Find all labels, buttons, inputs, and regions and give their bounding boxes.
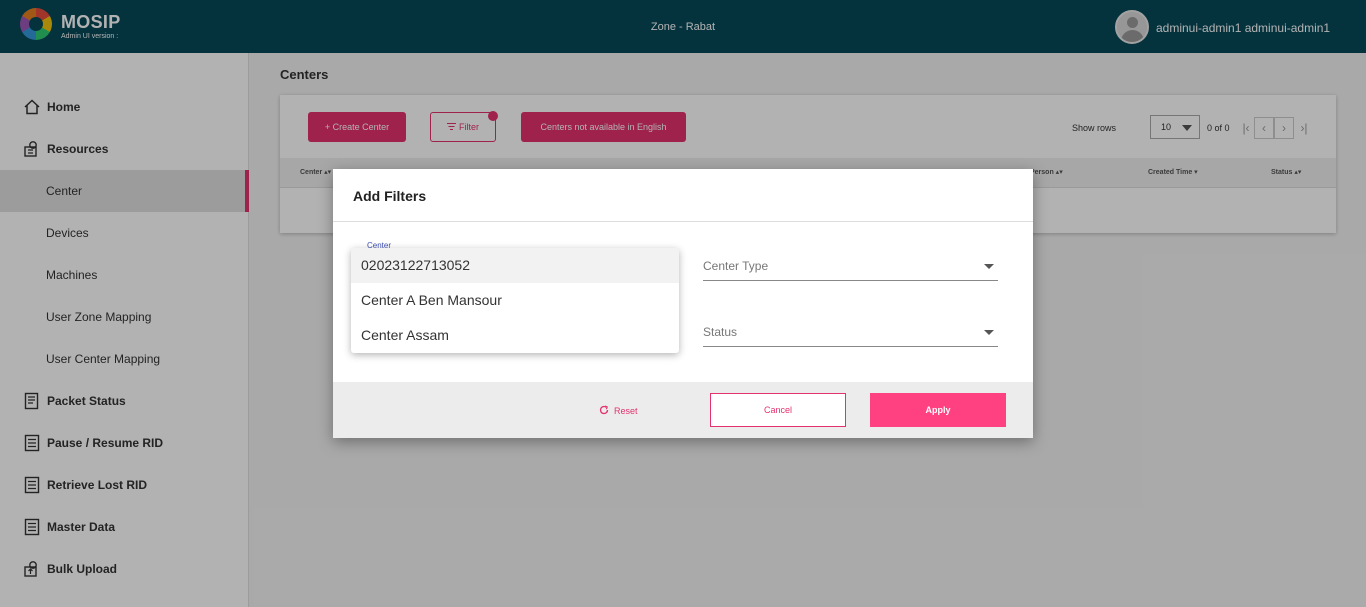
apply-button[interactable]: Apply — [870, 393, 1006, 427]
dialog-divider — [333, 221, 1033, 222]
reset-label: Reset — [614, 406, 638, 416]
cancel-button[interactable]: Cancel — [710, 393, 846, 427]
refresh-icon — [599, 405, 609, 417]
reset-button[interactable]: Reset — [599, 405, 638, 417]
center-type-select[interactable]: Center Type — [703, 251, 998, 281]
chevron-down-icon — [984, 330, 994, 335]
dialog-title: Add Filters — [353, 188, 427, 204]
dropdown-option[interactable]: 02023122713052 — [351, 248, 679, 283]
center-type-placeholder: Center Type — [703, 259, 769, 273]
dropdown-option[interactable]: Center Assam — [351, 318, 679, 353]
status-select[interactable]: Status — [703, 317, 998, 347]
chevron-down-icon — [984, 264, 994, 269]
center-dropdown-panel: 02023122713052 Center A Ben Mansour Cent… — [351, 248, 679, 353]
status-placeholder: Status — [703, 325, 738, 339]
dropdown-option[interactable]: Center A Ben Mansour — [351, 283, 679, 318]
